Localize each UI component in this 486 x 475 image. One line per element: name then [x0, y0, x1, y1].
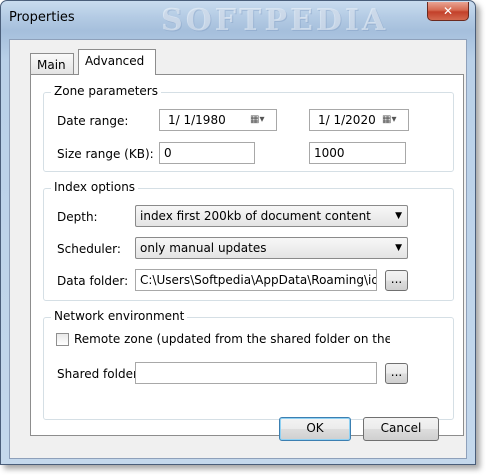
shared-folder-input[interactable] [135, 362, 377, 384]
depth-selected-value: index first 200kb of document content [140, 209, 371, 223]
chevron-down-icon: ▼ [395, 243, 402, 253]
chevron-down-icon: ▼ [395, 211, 402, 221]
shared-folder-label: Shared folder: [57, 367, 142, 381]
group-title: Network environment [51, 309, 188, 323]
remote-zone-label: Remote zone (updated from the shared fol… [74, 332, 390, 346]
size-from-input[interactable]: 0 [159, 142, 255, 164]
network-environment-group: Network environment Remote zone (updated… [43, 309, 454, 420]
remote-zone-checkbox[interactable] [56, 333, 69, 346]
scheduler-label: Scheduler: [57, 242, 121, 256]
browse-data-folder-button[interactable]: ... [385, 270, 408, 291]
dialog-client-area: Main Advanced Zone parameters Date range… [9, 39, 467, 459]
zone-parameters-group: Zone parameters Date range: 1/ 1/1980 ▦▾… [43, 84, 454, 172]
properties-dialog: SOFTPEDIA Properties ✕ Main Advanced Zon… [0, 0, 476, 465]
window-title: Properties [9, 10, 75, 25]
data-folder-input[interactable]: C:\Users\Softpedia\AppData\Roaming\ids\S [135, 269, 377, 291]
cancel-button[interactable]: Cancel [363, 417, 439, 441]
close-icon: ✕ [442, 4, 454, 18]
date-from-value: 1/ 1/1980 [168, 113, 226, 127]
date-to-value: 1/ 1/2020 [318, 113, 376, 127]
depth-label: Depth: [57, 210, 98, 224]
close-button[interactable]: ✕ [427, 2, 469, 21]
index-options-group: Index options Depth: index first 200kb o… [43, 180, 454, 301]
depth-select[interactable]: index first 200kb of document content ▼ [135, 205, 408, 227]
size-range-label: Size range (KB): [57, 147, 154, 161]
scheduler-selected-value: only manual updates [140, 241, 267, 255]
calendar-icon[interactable]: ▦▾ [250, 113, 272, 127]
scheduler-select[interactable]: only manual updates ▼ [135, 237, 408, 259]
browse-shared-folder-button[interactable]: ... [385, 363, 408, 384]
calendar-icon[interactable]: ▦▾ [382, 113, 404, 127]
data-folder-label: Data folder: [57, 274, 129, 288]
group-title: Zone parameters [51, 84, 161, 98]
date-to-picker[interactable]: 1/ 1/2020 ▦▾ [309, 109, 409, 131]
group-title: Index options [51, 180, 139, 194]
tab-panel-advanced: Zone parameters Date range: 1/ 1/1980 ▦▾… [30, 74, 464, 436]
size-to-input[interactable]: 1000 [309, 142, 406, 164]
ok-button[interactable]: OK [279, 417, 351, 441]
date-range-label: Date range: [57, 114, 129, 128]
tab-main[interactable]: Main [30, 53, 74, 74]
tab-advanced[interactable]: Advanced [78, 49, 156, 75]
watermark: SOFTPEDIA [161, 3, 389, 38]
date-from-picker[interactable]: 1/ 1/1980 ▦▾ [159, 109, 277, 131]
